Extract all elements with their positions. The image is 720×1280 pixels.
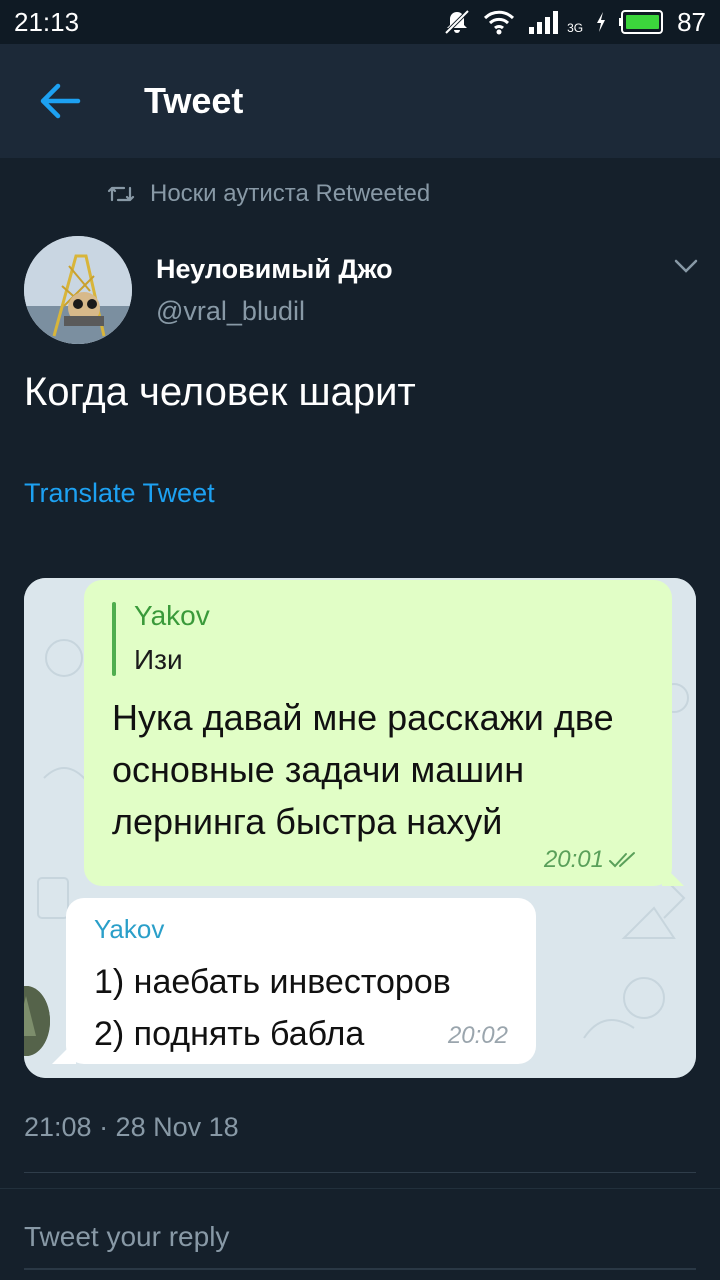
avatar-image [24,236,132,344]
incoming-message-bubble: Yakov 1) наебать инвесторов 2) поднять б… [52,898,536,1064]
battery-icon [619,10,664,34]
avatar[interactable] [24,236,132,344]
status-icons: 3G 87 [443,7,706,38]
chevron-down-icon [674,259,698,273]
page-title: Tweet [144,80,244,121]
incoming-message-text: 1) наебать инвесторов 2) поднять бабла [94,956,451,1060]
app-bar: Tweet [0,44,720,158]
incoming-sender-name: Yakov [94,914,165,944]
back-button[interactable] [0,44,120,158]
tweet-media-image[interactable]: Yakov Изи Нука давай мне расскажи две ос… [24,578,696,1078]
tweet-text: Когда человек шарит [24,370,416,414]
status-bar: 21:13 3G 87 [0,0,720,44]
author-name[interactable]: Неуловимый Джо [156,254,393,285]
battery-level: 87 [677,6,706,37]
author-handle[interactable]: @vral_bludil [156,296,305,327]
reply-bar [0,1188,720,1280]
reply-underline [24,1268,696,1270]
incoming-line-2: 2) поднять бабла [94,1015,365,1053]
outgoing-message-bubble: Yakov Изи Нука давай мне расскажи две ос… [84,580,684,886]
retweet-text: Носки аутиста Retweeted [150,180,431,207]
charging-icon [597,12,606,32]
reply-input[interactable] [24,1203,696,1271]
retweet-icon [107,186,135,202]
outgoing-message-time: 20:01 [544,846,642,874]
retweet-indicator[interactable]: Носки аутиста Retweeted [106,180,430,208]
tweet-timestamp: 21:08 · 28 Nov 18 [24,1112,239,1142]
outgoing-message-text: Нука давай мне расскажи две основные зад… [112,697,614,842]
status-time: 21:13 [14,6,80,37]
incoming-line-1: 1) наебать инвесторов [94,963,451,1001]
quoted-sender-name: Yakov [134,600,210,631]
network-type: 3G [567,21,584,35]
double-check-icon [609,852,635,868]
outgoing-time-text: 20:01 [543,846,604,873]
incoming-message-time: 20:02 [447,1022,508,1049]
translate-tweet-link[interactable]: Translate Tweet [24,478,215,509]
quote-bar [112,602,116,676]
arrow-left-icon [40,83,81,119]
wifi-icon [484,10,515,35]
quoted-message-text: Изи [134,644,183,675]
divider [24,1172,696,1173]
signal-icon [529,11,559,34]
mute-icon [444,9,470,35]
tweet-menu-button[interactable] [668,248,704,284]
